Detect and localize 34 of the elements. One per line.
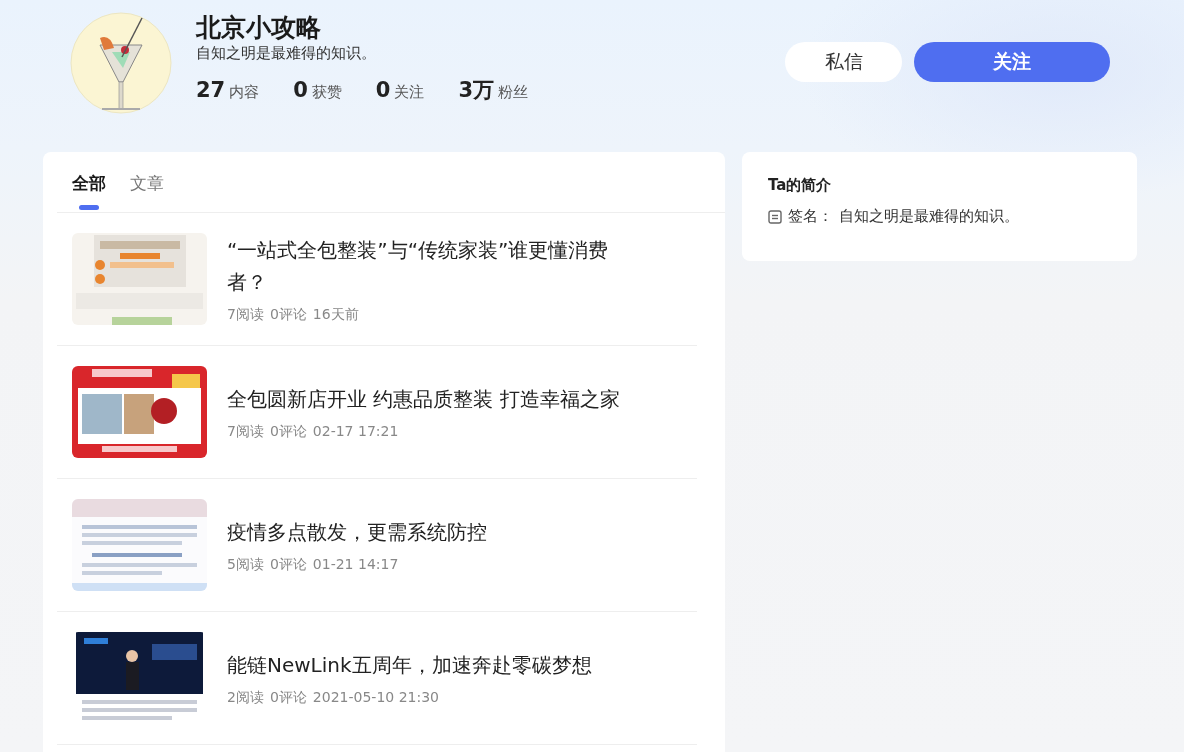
- publish-time: 02-17 17:21: [312, 422, 399, 441]
- intro-title: Ta的简介: [768, 176, 833, 195]
- comment-count: 0评论: [269, 555, 307, 574]
- signature-label: 签名：: [788, 207, 833, 226]
- article-title[interactable]: 疫情多点散发，更需系统防控: [227, 515, 632, 548]
- publish-time: 01-21 14:17: [312, 555, 399, 574]
- message-button[interactable]: 私信: [785, 42, 902, 82]
- stat-label: 关注: [394, 83, 425, 102]
- stat-value: 3万: [458, 77, 495, 104]
- stat-label: 粉丝: [498, 83, 529, 102]
- signature-text: 自知之明是最难得的知识。: [839, 207, 1019, 226]
- article-title[interactable]: 能链NewLink五周年，加速奔赴零碳梦想: [227, 648, 632, 681]
- stat-label: 内容: [229, 83, 260, 102]
- note-icon: [768, 209, 782, 224]
- follow-button[interactable]: 关注: [914, 42, 1110, 82]
- stat-value: 0: [375, 78, 391, 102]
- article-title[interactable]: “一站式全包整装”与“传统家装”谁更懂消费者？: [227, 233, 632, 298]
- read-count: 5阅读: [227, 555, 264, 574]
- stat-value: 0: [293, 78, 308, 102]
- article-title[interactable]: 全包圆新店开业 约惠品质整装 打造幸福之家: [227, 382, 632, 415]
- profile-signature: 自知之明是最难得的知识。: [196, 44, 377, 62]
- comment-count: 0评论: [269, 688, 307, 707]
- publish-time: 16天前: [312, 305, 359, 324]
- tab[interactable]: 全部: [72, 152, 106, 212]
- publish-time: 2021-05-10 21:30: [312, 688, 439, 707]
- profile-name: 北京小攻略: [196, 12, 322, 44]
- tab[interactable]: 文章: [130, 152, 164, 212]
- comment-count: 0评论: [269, 305, 307, 324]
- comment-count: 0评论: [269, 422, 307, 441]
- stat-value: 27: [196, 78, 226, 102]
- read-count: 7阅读: [227, 305, 264, 324]
- read-count: 2阅读: [227, 688, 264, 707]
- stat-label: 获赞: [311, 83, 342, 102]
- read-count: 7阅读: [227, 422, 264, 441]
